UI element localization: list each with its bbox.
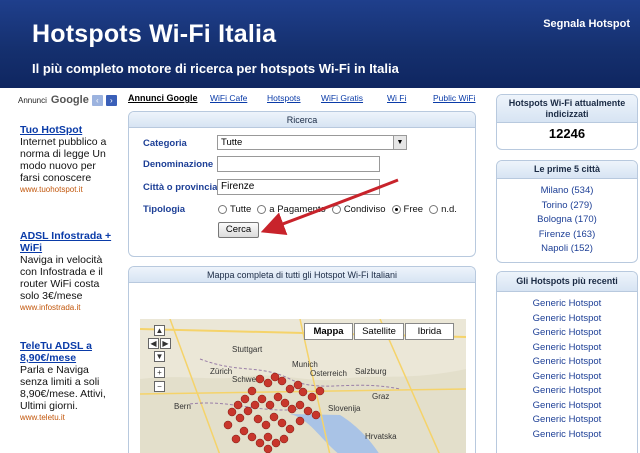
- map-label-hrvatska: Hrvatska: [365, 432, 397, 441]
- hotspot-count: 12246: [548, 126, 586, 141]
- recent-hotspot-link[interactable]: Generic Hotspot: [497, 428, 637, 443]
- radio-free-label: Free: [403, 204, 424, 215]
- recent-hotspot-link[interactable]: Generic Hotspot: [497, 312, 637, 327]
- pan-down-icon[interactable]: ▼: [154, 351, 165, 362]
- radio-nd-label: n.d.: [441, 204, 457, 215]
- map-label-graz: Graz: [372, 392, 389, 401]
- stats-box: Hotspots Wi-Fi attualmente indicizzati 1…: [496, 94, 638, 150]
- radio-a-pagamento-label: a Pagamento: [269, 204, 326, 215]
- cerca-button[interactable]: Cerca: [218, 222, 259, 238]
- zoom-out-icon[interactable]: −: [154, 381, 165, 392]
- recent-hotspot-link[interactable]: Generic Hotspot: [497, 297, 637, 312]
- map-panel-title: Mappa completa di tutti gli Hotspot Wi-F…: [129, 267, 475, 283]
- recent-hotspots-box: Gli Hotspots più recenti Generic Hotspot…: [496, 271, 638, 453]
- recent-hotspot-link[interactable]: Generic Hotspot: [497, 399, 637, 414]
- recent-hotspot-link[interactable]: Generic Hotspot: [497, 370, 637, 385]
- ad-text: Internet pubblico a norma di legge Un mo…: [20, 136, 107, 184]
- search-panel-title: Ricerca: [129, 112, 475, 128]
- categoria-label: Categoria: [143, 138, 187, 149]
- tipologia-radio-group: Tutte a Pagamento Condiviso Free n.d.: [218, 204, 457, 215]
- radio-free[interactable]: [391, 205, 401, 214]
- recent-title: Gli Hotspots più recenti: [497, 272, 637, 292]
- recent-hotspot-link[interactable]: Generic Hotspot: [497, 326, 637, 341]
- top-cities-title: Le prime 5 città: [497, 161, 637, 179]
- map-label-zurich: Zürich: [210, 367, 232, 376]
- pan-up-icon[interactable]: ▲: [154, 325, 165, 336]
- pan-left-icon[interactable]: ◀: [148, 338, 159, 349]
- site-title[interactable]: Hotspots Wi-Fi Italia: [32, 20, 276, 49]
- map-label-bern: Bern: [174, 402, 191, 411]
- link-public-wifi[interactable]: Public WiFi: [433, 93, 476, 103]
- ads-prev-icon[interactable]: ‹: [91, 94, 103, 106]
- link-wifi-cafe[interactable]: WiFi Cafe: [210, 93, 247, 103]
- categoria-select[interactable]: Tutte ▼: [217, 135, 407, 150]
- ad-item[interactable]: ADSL Infostrada + WiFi Naviga in velocit…: [20, 230, 112, 313]
- link-hotspots[interactable]: Hotspots: [267, 93, 301, 103]
- google-logo[interactable]: Google: [51, 94, 89, 106]
- zoom-in-icon[interactable]: +: [154, 367, 165, 378]
- radio-nd[interactable]: [429, 205, 439, 214]
- top-cities-list: Milano (534) Torino (279) Bologna (170) …: [497, 179, 637, 257]
- city-link[interactable]: Bologna (170): [497, 213, 637, 228]
- denominazione-input[interactable]: [217, 156, 380, 172]
- radio-condiviso[interactable]: [331, 205, 341, 214]
- citta-input[interactable]: Firenze: [217, 179, 380, 195]
- denominazione-label: Denominazione: [143, 159, 214, 170]
- city-link[interactable]: Torino (279): [497, 199, 637, 214]
- ad-title[interactable]: TeleTu ADSL a 8,90€/mese: [20, 340, 112, 364]
- map-label-osterreich: Osterreich: [310, 369, 347, 378]
- citta-label: Città o provincia: [143, 182, 218, 193]
- hotspot-map[interactable]: Stuttgart Munich Salzburg Schweiz Osterr…: [140, 319, 466, 453]
- map-label-munich: Munich: [292, 360, 318, 369]
- recent-list: Generic Hotspot Generic Hotspot Generic …: [497, 292, 637, 442]
- link-annunci-google[interactable]: Annunci Google: [128, 93, 198, 103]
- radio-tutte[interactable]: [218, 205, 227, 214]
- recent-hotspot-link[interactable]: Generic Hotspot: [497, 341, 637, 356]
- ad-title[interactable]: ADSL Infostrada + WiFi: [20, 230, 112, 254]
- tipologia-label: Tipologia: [143, 204, 186, 215]
- city-link[interactable]: Milano (534): [497, 184, 637, 199]
- ad-url[interactable]: www.teletu.it: [20, 412, 112, 423]
- radio-condiviso-label: Condiviso: [343, 204, 386, 215]
- stats-title: Hotspots Wi-Fi attualmente indicizzati: [497, 95, 637, 123]
- ad-text: Naviga in velocità con Infostrada e il r…: [20, 254, 103, 302]
- ad-url[interactable]: www.infostrada.it: [20, 302, 112, 313]
- map-type-satellite[interactable]: Satellite: [354, 323, 404, 340]
- map-panel: Mappa completa di tutti gli Hotspot Wi-F…: [128, 266, 476, 453]
- ads-next-icon[interactable]: ›: [105, 94, 117, 106]
- city-link[interactable]: Firenze (163): [497, 228, 637, 243]
- search-panel: Ricerca Categoria Tutte ▼ Denominazione …: [128, 111, 476, 257]
- map-label-stuttgart: Stuttgart: [232, 345, 263, 354]
- link-wifi-gratis[interactable]: WiFi Gratis: [321, 93, 363, 103]
- ad-url[interactable]: www.tuohotspot.it: [20, 184, 112, 195]
- map-label-slovenija: Slovenija: [328, 404, 361, 413]
- map-type-mappa[interactable]: Mappa: [304, 323, 353, 340]
- site-header: Hotspots Wi-Fi Italia Il più completo mo…: [0, 0, 640, 88]
- ads-label: Annunci: [18, 95, 47, 105]
- ad-item[interactable]: Tuo HotSpot Internet pubblico a norma di…: [20, 124, 112, 195]
- recent-hotspot-link[interactable]: Generic Hotspot: [497, 413, 637, 428]
- map-label-salzburg: Salzburg: [355, 367, 387, 376]
- ad-title[interactable]: Tuo HotSpot: [20, 124, 112, 136]
- radio-tutte-label: Tutte: [230, 204, 252, 215]
- categoria-value: Tutte: [221, 137, 243, 148]
- top-cities-box: Le prime 5 città Milano (534) Torino (27…: [496, 160, 638, 263]
- ad-item[interactable]: TeleTu ADSL a 8,90€/mese Parla e Naviga …: [20, 340, 112, 423]
- radio-a-pagamento[interactable]: [257, 205, 267, 214]
- segnala-hotspot-link[interactable]: Segnala Hotspot: [543, 18, 630, 30]
- recent-hotspot-link[interactable]: Generic Hotspot: [497, 355, 637, 370]
- pan-right-icon[interactable]: ▶: [160, 338, 171, 349]
- site-subtitle: Il più completo motore di ricerca per ho…: [32, 61, 399, 76]
- chevron-down-icon[interactable]: ▼: [393, 136, 406, 149]
- recent-hotspot-link[interactable]: Generic Hotspot: [497, 384, 637, 399]
- link-wi-fi[interactable]: Wi Fi: [387, 93, 406, 103]
- ad-text: Parla e Naviga senza limiti a soli 8,90€…: [20, 364, 106, 412]
- map-type-ibrida[interactable]: Ibrida: [405, 323, 454, 340]
- ads-header: Annunci Google ‹ ›: [18, 92, 117, 108]
- city-link[interactable]: Napoli (152): [497, 242, 637, 257]
